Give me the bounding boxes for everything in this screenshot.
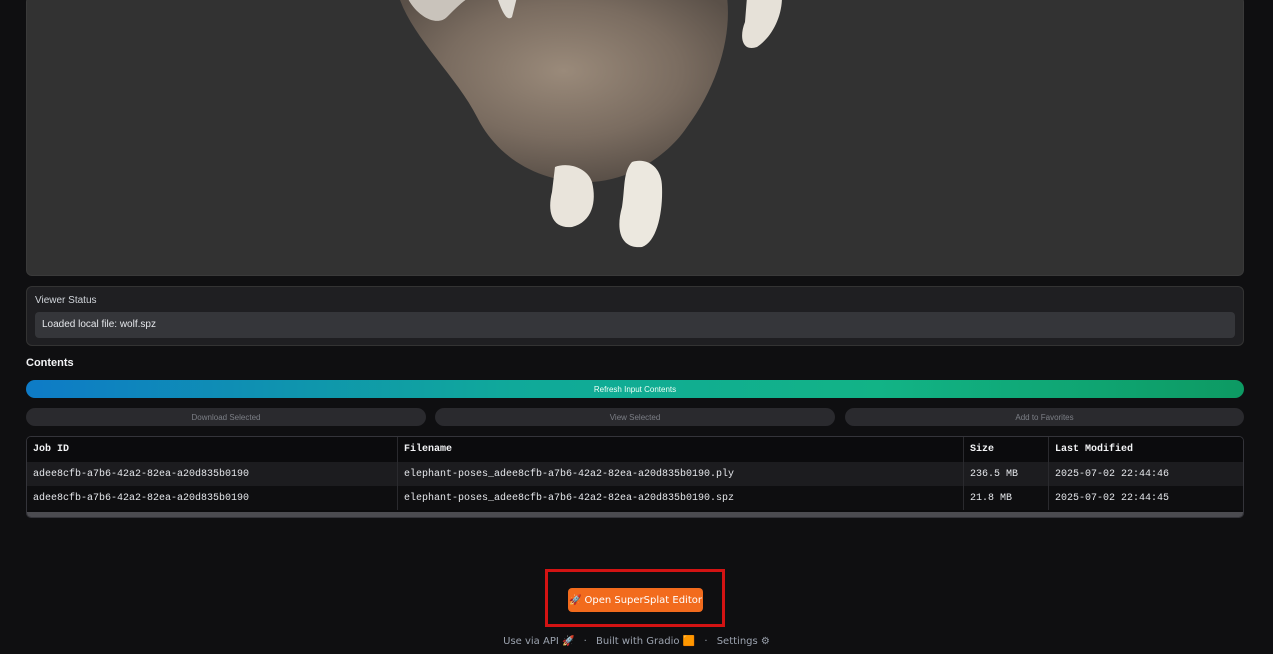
viewer-status-panel: Viewer Status Loaded local file: wolf.sp…	[26, 286, 1244, 346]
cell-last-modified[interactable]: 2025-07-02 22:44:45	[1048, 486, 1243, 510]
cell-filename[interactable]: elephant-poses_adee8cfb-a7b6-42a2-82ea-a…	[397, 462, 964, 486]
rocket-icon: 🚀	[569, 594, 582, 606]
gear-icon: ⚙	[760, 636, 770, 647]
splat-viewer-canvas[interactable]	[26, 0, 1244, 276]
column-header-filename[interactable]: Filename	[397, 437, 964, 462]
built-with-gradio-link[interactable]: Built with Gradio 🟧	[596, 636, 695, 647]
viewer-status-label: Viewer Status	[35, 295, 97, 306]
settings-label: Settings	[716, 636, 758, 647]
footer-separator: ·	[583, 636, 587, 647]
contents-title: Contents	[26, 357, 74, 369]
cell-size[interactable]: 236.5 MB	[963, 462, 1049, 486]
column-header-job-id[interactable]: Job ID	[27, 437, 398, 462]
table-header-row: Job ID Filename Size Last Modified	[27, 437, 1243, 462]
view-selected-button[interactable]: View Selected	[435, 408, 835, 426]
wolf-splat-render	[400, 0, 782, 248]
cell-last-modified[interactable]: 2025-07-02 22:44:46	[1048, 462, 1243, 486]
use-via-api-link[interactable]: Use via API 🚀	[503, 636, 574, 647]
open-supersplat-editor-button[interactable]: 🚀 Open SuperSplat Editor	[568, 588, 703, 612]
open-supersplat-editor-label: Open SuperSplat Editor	[584, 594, 702, 606]
table-horizontal-scrollbar[interactable]	[27, 512, 1243, 517]
download-selected-button[interactable]: Download Selected	[26, 408, 426, 426]
built-with-gradio-label: Built with Gradio	[596, 636, 680, 647]
viewer-status-field: Loaded local file: wolf.spz	[35, 312, 1235, 338]
add-to-favorites-button[interactable]: Add to Favorites	[845, 408, 1244, 426]
rocket-icon: 🚀	[562, 636, 575, 647]
cell-filename[interactable]: elephant-poses_adee8cfb-a7b6-42a2-82ea-a…	[397, 486, 964, 510]
cell-size[interactable]: 21.8 MB	[963, 486, 1049, 510]
column-header-size[interactable]: Size	[963, 437, 1049, 462]
refresh-input-contents-button[interactable]: Refresh Input Contents	[26, 380, 1244, 398]
footer: Use via API 🚀 · Built with Gradio 🟧 · Se…	[0, 636, 1273, 647]
gradio-logo-icon: 🟧	[682, 636, 696, 647]
contents-table: Job ID Filename Size Last Modified adee8…	[26, 436, 1244, 518]
column-header-last-modified[interactable]: Last Modified	[1048, 437, 1243, 462]
table-row[interactable]: adee8cfb-a7b6-42a2-82ea-a20d835b0190 ele…	[27, 462, 1243, 486]
cell-job-id[interactable]: adee8cfb-a7b6-42a2-82ea-a20d835b0190	[27, 486, 398, 510]
footer-separator: ·	[704, 636, 708, 647]
settings-link[interactable]: Settings ⚙	[717, 636, 770, 647]
cell-job-id[interactable]: adee8cfb-a7b6-42a2-82ea-a20d835b0190	[27, 462, 398, 486]
use-via-api-label: Use via API	[503, 636, 559, 647]
table-row[interactable]: adee8cfb-a7b6-42a2-82ea-a20d835b0190 ele…	[27, 486, 1243, 510]
